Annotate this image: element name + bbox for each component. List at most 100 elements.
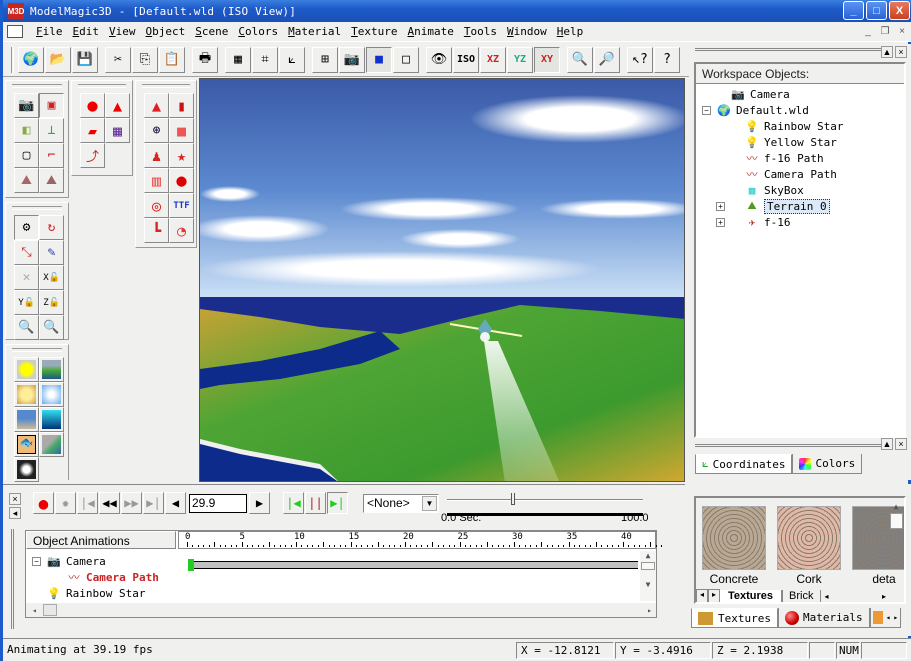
truetype-text-button[interactable]: TTF (169, 193, 194, 218)
xz-view-button[interactable]: XZ (480, 46, 506, 73)
menu-help[interactable]: Help (552, 25, 589, 38)
mdi-minimize-button[interactable]: _ (860, 24, 876, 38)
texture-thumbnail[interactable] (702, 506, 766, 570)
frame-input[interactable] (189, 493, 247, 513)
axis-box-button[interactable]: ⌐ (39, 143, 64, 168)
eye-view-button[interactable]: 👁 (426, 46, 452, 73)
keyframe-marker[interactable] (188, 559, 194, 571)
tree-item[interactable]: 🌍 Default.wld (716, 102, 809, 118)
tree-item[interactable]: 📷 Camera (730, 86, 790, 102)
timeline-ruler[interactable]: 0 5 10 15 20 25 30 35 40 (178, 531, 663, 549)
menu-tools[interactable]: Tools (459, 25, 502, 38)
tree-item[interactable]: 〰 Camera Path (744, 166, 837, 182)
dock-expand-button[interactable]: ▲ (881, 438, 893, 450)
subtab-textures[interactable]: Textures (720, 590, 783, 602)
particles-button[interactable] (14, 457, 39, 482)
lock-y-button[interactable]: Y🔓 (14, 290, 39, 315)
dock-close-button[interactable]: × (895, 438, 907, 450)
tree-item[interactable]: ✈ f-16 (744, 214, 791, 230)
vertical-scrollbar[interactable]: ▲ ▼ (640, 551, 656, 601)
tree-item[interactable]: 〰 f-16 Path (744, 150, 824, 166)
menu-scene[interactable]: Scene (190, 25, 233, 38)
checker-plane-button[interactable]: ▦ (105, 118, 130, 143)
next-frame-button[interactable]: ▶ (249, 492, 270, 514)
paste-button[interactable]: 📋 (159, 46, 185, 73)
extrude-button[interactable]: ▥ (144, 168, 169, 193)
menu-object[interactable]: Object (141, 25, 191, 38)
animation-tree-item[interactable]: 💡 Rainbow Star (46, 585, 145, 601)
texture-scrollbar[interactable]: ▲ (888, 498, 904, 590)
play-start-button[interactable]: |◀ (283, 492, 304, 514)
sun-light-button[interactable] (14, 357, 39, 382)
solid-view-button[interactable]: ■ (366, 46, 392, 73)
subtab-brick[interactable]: Brick (782, 589, 821, 602)
axes-button[interactable]: ⟀ (279, 46, 305, 73)
dock-expand-button[interactable]: ▲ (881, 46, 893, 58)
timeline-track[interactable] (190, 561, 638, 569)
animation-tree-item[interactable]: 📷 Camera (46, 553, 106, 569)
menu-file[interactable]: File (31, 25, 68, 38)
object-tool-button[interactable]: ▣ (39, 93, 64, 118)
collapse-icon[interactable]: − (32, 557, 41, 566)
xy-view-button[interactable]: XY (534, 46, 560, 73)
dock-grip[interactable] (695, 444, 881, 454)
atom-button[interactable]: ⊛ (144, 118, 169, 143)
prev-frame-button[interactable]: ◀ (165, 492, 186, 514)
camera-tool-button[interactable]: 📷 (14, 93, 39, 118)
beach-button[interactable] (14, 407, 39, 432)
rotate-button[interactable]: ↻ (39, 215, 64, 240)
mdi-close-button[interactable]: × (894, 24, 910, 38)
palette-grip[interactable] (142, 84, 190, 88)
find-add-button[interactable]: 🔍 (39, 315, 64, 340)
tab-scroll-right-button[interactable]: ▸ (708, 589, 720, 602)
tab-materials[interactable]: Materials (777, 608, 870, 628)
wireframe-view-button[interactable]: □ (393, 46, 419, 73)
cut-button[interactable]: ✂ (105, 46, 131, 73)
menu-edit[interactable]: Edit (68, 25, 105, 38)
texture-thumbnail[interactable] (777, 506, 841, 570)
paint-button[interactable]: ✎ (39, 240, 64, 265)
menu-animate[interactable]: Animate (402, 25, 458, 38)
palette-grip[interactable] (78, 84, 126, 88)
drop-terrain-button[interactable]: ⛰ (14, 168, 39, 193)
tree-item[interactable]: ⛰ Terrain 0 (744, 198, 830, 214)
texture-map-button[interactable]: ▢ (14, 143, 39, 168)
tree-item[interactable]: 💡 Rainbow Star (744, 118, 843, 134)
subtab-more-left[interactable]: ◂ (825, 592, 829, 601)
context-help-button[interactable]: ↖? (627, 46, 653, 73)
zoom-in-button[interactable]: 🔍 (567, 46, 593, 73)
save-button[interactable]: 💾 (72, 46, 98, 73)
move-button[interactable]: ⚙ (14, 215, 39, 240)
scroll-thumb[interactable] (641, 562, 655, 570)
tab-coordinates[interactable]: ⟀ Coordinates (695, 454, 793, 474)
tree-item[interactable]: 💡 Yellow Star (744, 134, 837, 150)
cube-button[interactable]: ■ (169, 118, 194, 143)
3d-viewport[interactable] (199, 78, 685, 482)
panel-collapse-button[interactable]: ◂ (9, 507, 21, 519)
expand-icon[interactable]: + (716, 202, 725, 211)
palette-grip[interactable] (12, 206, 62, 210)
dock-close-button[interactable]: × (895, 46, 907, 58)
collapse-icon[interactable]: − (702, 106, 711, 115)
fish-button[interactable]: 🐟 (14, 432, 39, 457)
dock-grip[interactable] (695, 48, 881, 58)
tab-scroll-left-icon[interactable]: ◂ (886, 613, 891, 622)
last-frame-button[interactable]: ▶| (143, 492, 164, 514)
menu-view[interactable]: View (104, 25, 141, 38)
animation-tree-item[interactable]: 〰 Camera Path (66, 569, 159, 585)
cylinder-button[interactable]: ▮ (169, 93, 194, 118)
tree-item[interactable]: ▩ SkyBox (744, 182, 804, 198)
axis-tool-button[interactable]: ⊥ (39, 118, 64, 143)
yz-view-button[interactable]: YZ (507, 46, 533, 73)
circle-button[interactable]: ● (80, 93, 105, 118)
sphere-button[interactable]: ● (169, 168, 194, 193)
fast-forward-button[interactable]: ▶▶ (121, 492, 142, 514)
easing-select[interactable]: <None> ▼ (363, 493, 439, 513)
four-views-button[interactable]: ⊞ (312, 46, 338, 73)
lock-x-button[interactable]: X🔓 (39, 265, 64, 290)
cone-button[interactable]: ▲ (144, 93, 169, 118)
maximize-button[interactable]: □ (866, 1, 887, 20)
menu-window[interactable]: Window (502, 25, 552, 38)
panel-close-button[interactable]: × (9, 493, 21, 505)
palette-grip[interactable] (12, 348, 62, 352)
